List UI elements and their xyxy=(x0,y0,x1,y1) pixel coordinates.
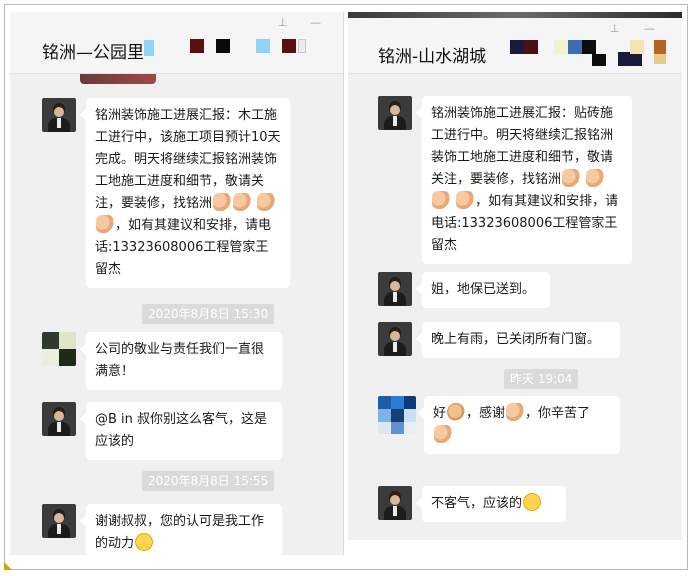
redacted-mosaic xyxy=(216,39,230,53)
message-text: 公司的敬业与责任我们一直很满意！ xyxy=(95,342,265,379)
resize-corner xyxy=(4,562,12,570)
redacted-mosaic xyxy=(618,52,642,66)
message-text: ，你辛苦了 xyxy=(525,406,591,421)
message-text: 谢谢叔叔，您的认可是我工作的动力 xyxy=(95,514,265,551)
minimize-icon[interactable]: — xyxy=(644,22,655,35)
timestamp-divider: 2020年8月8日 15:30 xyxy=(142,304,275,324)
pin-icon[interactable]: ⊥ xyxy=(278,16,288,29)
message-text: @B in 叔你别这么客气，这是应该的 xyxy=(95,412,268,449)
message-text: ，如有其建议和安排，请电话:13323608006工程管家王留杰 xyxy=(95,218,272,277)
message-text: 晚上有雨，已关闭所有门窗。 xyxy=(431,332,601,347)
minimize-icon[interactable]: — xyxy=(310,16,321,29)
left-chat-titlebar: 铭洲—公园里 ⊥ — xyxy=(10,12,343,74)
praying-hands-emoji-icon xyxy=(456,191,475,209)
ok-hand-emoji-icon xyxy=(447,403,466,421)
message-bubble[interactable]: 好 ，感谢 ，你辛苦了 xyxy=(418,396,620,454)
redacted-mosaic xyxy=(510,40,524,54)
redacted-mosaic xyxy=(298,39,306,53)
redacted-mosaic xyxy=(592,54,606,66)
right-chat-titlebar: 铭洲-山水湖城 ⊥ — xyxy=(348,12,682,74)
redacted-mosaic xyxy=(554,40,568,54)
person-avatar-icon[interactable] xyxy=(378,322,412,356)
redacted-mosaic xyxy=(568,40,582,54)
redacted-mosaic xyxy=(582,40,596,54)
redacted-mosaic xyxy=(282,39,296,53)
redacted-mosaic xyxy=(524,40,538,54)
person-avatar-icon[interactable] xyxy=(42,402,76,436)
message-text: 不客气，应该的 xyxy=(431,496,523,511)
redacted-mosaic xyxy=(654,40,666,54)
person-avatar-icon[interactable] xyxy=(378,486,412,520)
message-bubble[interactable]: 不客气，应该的 xyxy=(416,486,566,522)
message-bubble[interactable]: 晚上有雨，已关闭所有门窗。 xyxy=(416,322,620,358)
redacted-mosaic xyxy=(654,54,666,64)
praying-hands-emoji-icon xyxy=(432,191,450,209)
handshake-emoji-icon xyxy=(213,193,232,211)
right-chat-panel: 铭洲-山水湖城 ⊥ — 铭洲装饰施工进展汇报：贴砖施工进行中。明天将继续汇报铭洲… xyxy=(348,12,682,540)
timestamp-divider: 昨天 19:04 xyxy=(504,369,579,389)
smile-emoji-icon xyxy=(135,533,154,551)
person-avatar-icon[interactable] xyxy=(378,96,412,130)
message-text: 姐，地保已送到。 xyxy=(431,282,536,297)
message-text: ，感谢 xyxy=(466,406,506,421)
left-chat-title: 铭洲—公园里 xyxy=(42,43,144,63)
message-bubble[interactable]: 姐，地保已送到。 xyxy=(416,272,550,308)
praying-hands-emoji-icon xyxy=(257,193,276,211)
handshake-emoji-icon xyxy=(586,169,605,187)
redacted-mosaic xyxy=(256,39,270,53)
handshake-emoji-icon xyxy=(562,169,581,187)
person-avatar-icon[interactable] xyxy=(378,396,416,434)
message-bubble[interactable]: 谢谢叔叔，您的认可是我工作的动力 xyxy=(80,504,282,555)
right-chat-title: 铭洲-山水湖城 xyxy=(378,47,487,67)
timestamp-divider: 2020年8月8日 15:55 xyxy=(142,471,275,491)
message-bubble[interactable]: 铭洲装饰施工进展汇报：贴砖施工进行中。明天将继续汇报铭洲装饰工地施工进度和细节，… xyxy=(416,96,632,264)
redacted-mosaic xyxy=(630,40,644,54)
person-avatar-icon[interactable] xyxy=(42,98,76,132)
handshake-emoji-icon xyxy=(434,425,452,443)
handshake-emoji-icon xyxy=(233,193,252,211)
person-avatar-icon[interactable] xyxy=(378,272,412,306)
message-text: 铭洲装饰施工进展汇报：木工施工进行中，该施工项目预计10天完成。明天将继续汇报铭… xyxy=(95,108,281,211)
person-avatar-icon[interactable] xyxy=(42,332,76,366)
pin-icon[interactable]: ⊥ xyxy=(610,22,620,35)
previous-image-fragment xyxy=(80,74,156,84)
message-bubble[interactable]: @B in 叔你别这么客气，这是应该的 xyxy=(80,402,282,460)
person-avatar-icon[interactable] xyxy=(42,504,76,538)
redacted-mosaic xyxy=(144,40,154,56)
message-bubble[interactable]: 公司的敬业与责任我们一直很满意！ xyxy=(80,332,282,390)
message-text: 好 xyxy=(433,406,447,421)
message-bubble[interactable]: 铭洲装饰施工进展汇报：木工施工进行中，该施工项目预计10天完成。明天将继续汇报铭… xyxy=(80,98,290,288)
smile-emoji-icon xyxy=(523,493,542,511)
redacted-mosaic xyxy=(190,39,204,53)
redacted-mosaic xyxy=(348,12,682,18)
left-chat-panel: 铭洲—公园里 ⊥ — 铭洲装饰施工进展汇报：木工施工进行中，该施工项目预计10天… xyxy=(10,12,344,555)
praying-hands-emoji-icon xyxy=(96,215,114,233)
praying-hands-emoji-icon xyxy=(506,403,525,421)
